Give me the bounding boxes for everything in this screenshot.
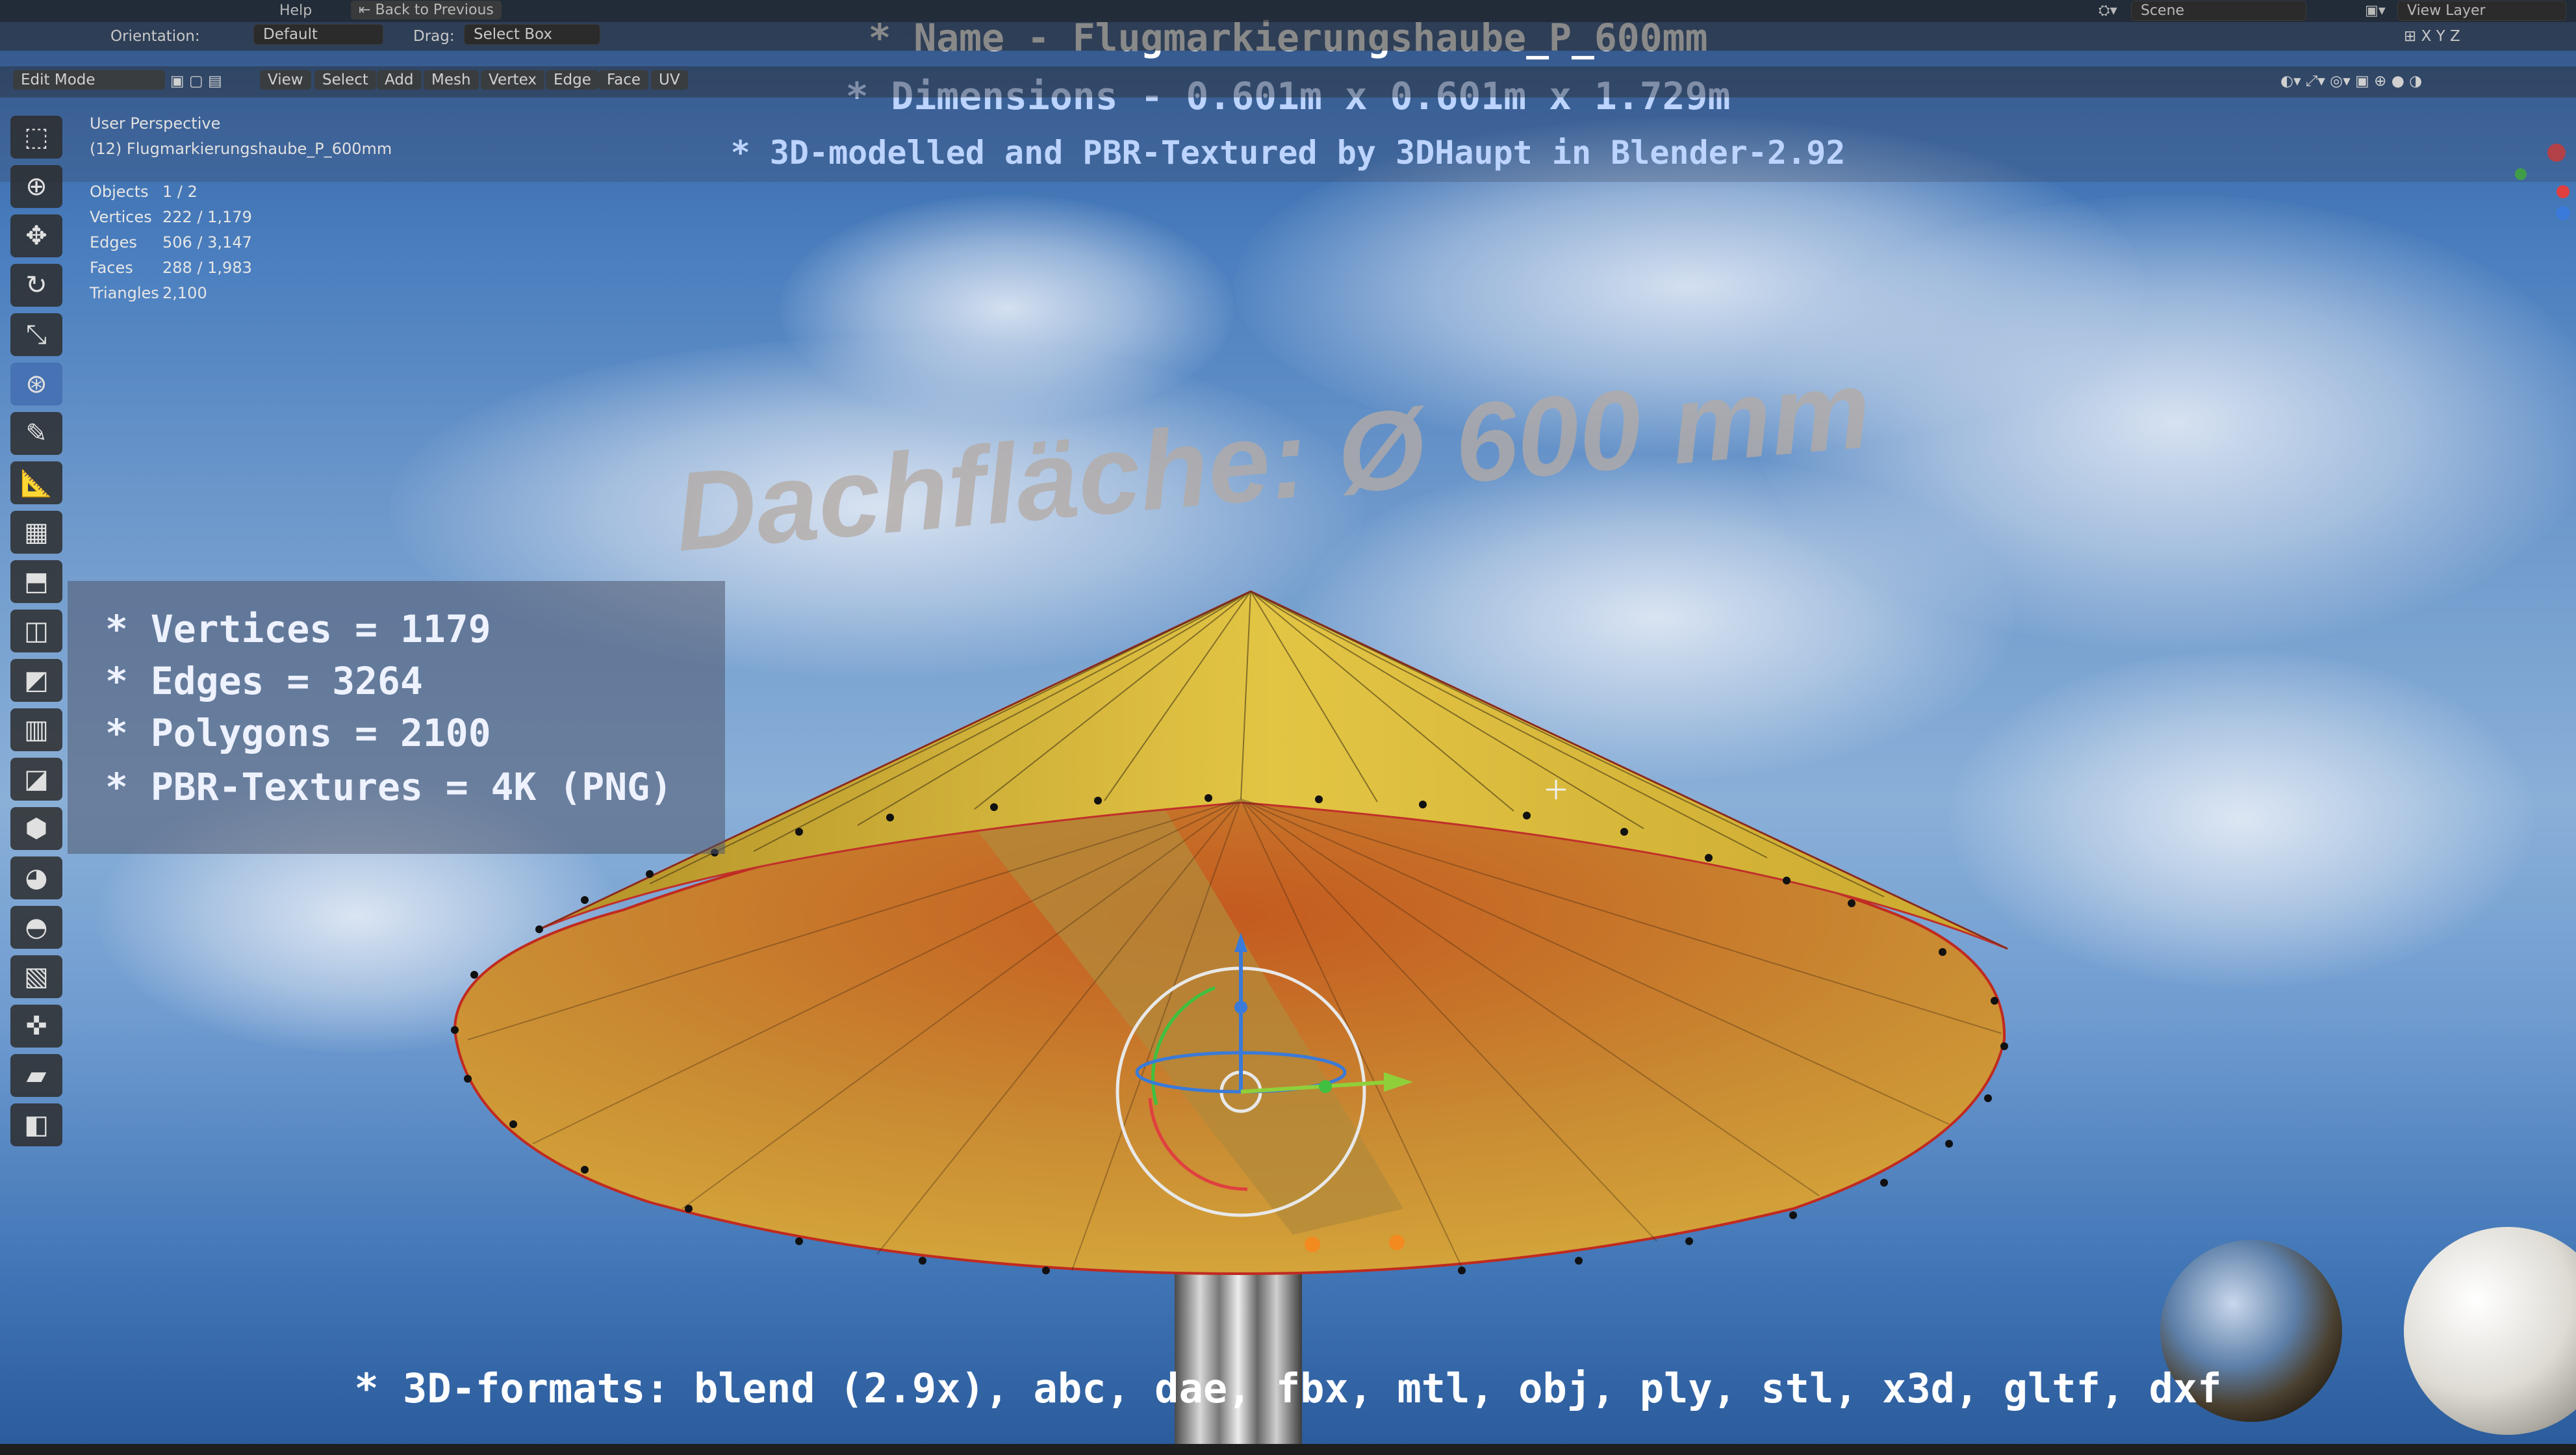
extrude-icon[interactable]: ⬒ — [10, 560, 62, 603]
shear-icon[interactable]: ▰ — [10, 1054, 62, 1097]
select-mode-icons[interactable]: ▣ ▢ ▤ — [170, 73, 222, 90]
viewport-header: Edit Mode ▣ ▢ ▤ View Select Add Mesh Ver… — [0, 66, 2576, 97]
formats-line: * 3D-formats: blend (2.9x), abc, dae, fb… — [354, 1365, 2222, 1412]
move-icon[interactable]: ✥ — [10, 214, 62, 257]
spin-icon[interactable]: ◕ — [10, 856, 62, 899]
menu-mesh[interactable]: Mesh — [424, 70, 479, 90]
view-layer-icon[interactable]: ▣▾ — [2365, 3, 2386, 19]
add-cube-icon[interactable]: ▦ — [10, 511, 62, 554]
knife-icon[interactable]: ◪ — [10, 758, 62, 801]
scale-icon[interactable]: ⤡ — [10, 313, 62, 356]
stat-value: 222 / 1,179 — [162, 208, 252, 226]
stat-key: Faces — [90, 259, 133, 277]
stat-value: 1 / 2 — [162, 183, 198, 201]
edge-slide-icon[interactable]: ▧ — [10, 955, 62, 998]
select-box-icon[interactable]: ⬚ — [10, 116, 62, 159]
menu-vertex[interactable]: Vertex — [481, 70, 544, 90]
stat-value: 506 / 3,147 — [162, 233, 252, 251]
3d-viewport[interactable]: Dachfläche: Ø 600 mm * Name - Flugmarkie… — [0, 0, 2576, 1455]
stat-row: Edges 506 / 3,147 — [90, 230, 252, 255]
viewport-shading-icons[interactable]: ◐▾ ⤢▾ ◎▾ ▣ ⊕ ● ◑ — [2280, 73, 2422, 90]
measure-icon[interactable]: 📐 — [10, 461, 62, 504]
orientation-label: Orientation: — [110, 28, 200, 45]
view-layer-selector[interactable]: View Layer — [2397, 1, 2566, 21]
stat-row: Faces 288 / 1,983 — [90, 255, 252, 281]
stat-row: Vertices 222 / 1,179 — [90, 205, 252, 230]
menu-face[interactable]: Face — [599, 70, 649, 90]
stat-value: 2,100 — [162, 284, 207, 302]
stat-key: Vertices — [90, 208, 152, 226]
info-polygons: * Polygons = 2100 — [105, 711, 491, 755]
menu-help[interactable]: Help — [279, 3, 312, 19]
rotate-icon[interactable]: ↻ — [10, 264, 62, 307]
perspective-label: User Perspective — [90, 114, 221, 133]
menu-add[interactable]: Add — [377, 70, 422, 90]
model-info-box: * Vertices = 1179 * Edges = 3264 * Polyg… — [68, 581, 725, 854]
tool-header-bar: Orientation: Default Drag: Select Box ⊞ … — [0, 22, 2576, 51]
transform-icon[interactable]: ⊛ — [10, 363, 62, 406]
cursor-icon[interactable]: ⊕ — [10, 165, 62, 208]
info-vertices: * Vertices = 1179 — [105, 607, 491, 651]
scene-selector[interactable]: Scene — [2131, 1, 2306, 21]
status-bar — [0, 1444, 2576, 1455]
menu-select[interactable]: Select — [314, 70, 376, 90]
info-edges: * Edges = 3264 — [105, 659, 423, 703]
mirror-axis-icons[interactable]: ⊞ X Y Z — [2404, 28, 2460, 45]
scene-selector-icon[interactable]: ⛭▾ — [2098, 3, 2117, 19]
back-to-previous-label: Back to Previous — [375, 2, 494, 18]
drag-label: Drag: — [413, 28, 455, 45]
menu-edge[interactable]: Edge — [546, 70, 599, 90]
stat-key: Triangles — [90, 284, 159, 302]
bevel-icon[interactable]: ◩ — [10, 659, 62, 702]
stat-value: 288 / 1,983 — [162, 259, 252, 277]
back-to-previous-button[interactable]: ⇤ Back to Previous — [351, 1, 502, 19]
statistics-overlay: Objects 1 / 2 Vertices 222 / 1,179 Edges 50… — [90, 179, 252, 306]
orientation-dropdown[interactable]: Default — [253, 24, 383, 45]
annotate-icon[interactable]: ✎ — [10, 412, 62, 455]
stat-key: Objects — [90, 183, 149, 201]
poly-build-icon[interactable]: ⬢ — [10, 807, 62, 850]
menu-view[interactable]: View — [260, 70, 311, 90]
stat-key: Edges — [90, 233, 137, 251]
shrink-fatten-icon[interactable]: ✜ — [10, 1005, 62, 1048]
top-menu-bar: Help ⇤ Back to Previous ⛭▾ Scene ▣▾ View… — [0, 0, 2576, 22]
inset-icon[interactable]: ◫ — [10, 610, 62, 652]
stat-row: Objects 1 / 2 — [90, 179, 252, 205]
menu-uv[interactable]: UV — [651, 70, 688, 90]
rip-icon[interactable]: ◧ — [10, 1103, 62, 1146]
loop-cut-icon[interactable]: ▥ — [10, 708, 62, 751]
drag-dropdown[interactable]: Select Box — [464, 24, 600, 45]
info-textures: * PBR-Textures = 4K (PNG) — [105, 765, 672, 809]
active-object-label: (12) Flugmarkierungshaube_P_600mm — [90, 140, 392, 158]
tool-shelf: ⬚ ⊕ ✥ ↻ ⤡ ⊛ ✎ 📐 ▦ ⬒ ◫ ◩ ▥ ◪ ⬢ ◕ ◓ ▧ ✜ ▰ … — [10, 116, 69, 1153]
mode-dropdown[interactable]: Edit Mode — [13, 70, 165, 90]
back-icon: ⇤ — [359, 2, 376, 18]
smooth-icon[interactable]: ◓ — [10, 906, 62, 949]
stat-row: Triangles 2,100 — [90, 281, 252, 306]
